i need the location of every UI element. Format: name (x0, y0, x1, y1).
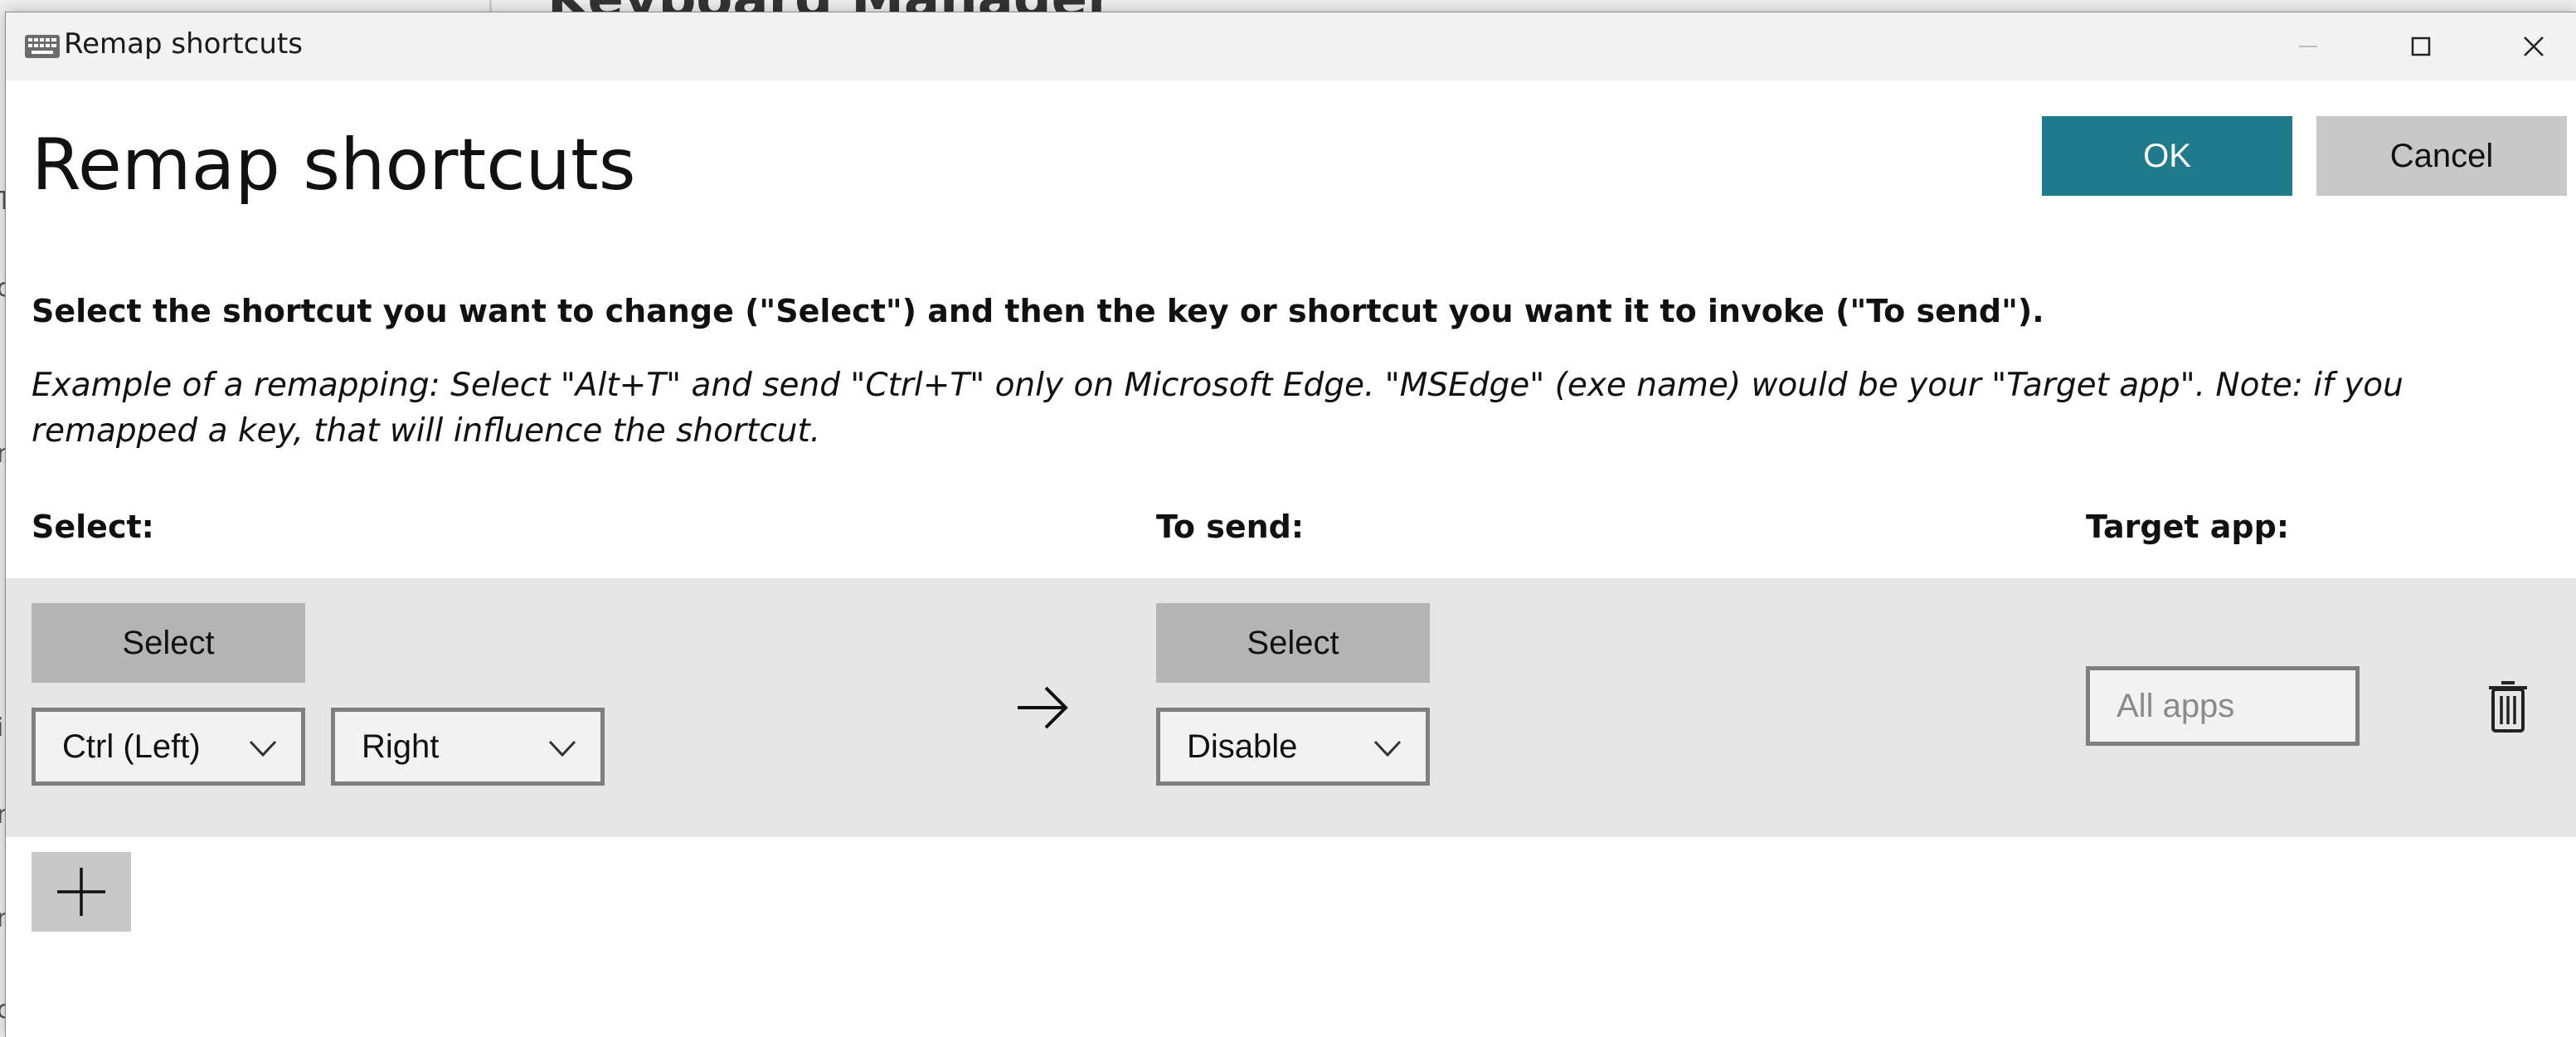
send-key-dropdown[interactable]: Disable (1156, 708, 1430, 786)
cancel-button[interactable]: Cancel (2316, 116, 2567, 196)
chevron-down-icon (548, 740, 576, 757)
dropdown-value: Disable (1187, 728, 1298, 765)
target-app-column-header: Target app: (2086, 509, 2290, 545)
minimize-icon (2299, 46, 2317, 47)
add-shortcut-button[interactable] (32, 852, 131, 932)
instruction-text: Select the shortcut you want to change (… (32, 293, 2044, 329)
close-icon (2524, 37, 2544, 56)
dropdown-value: Ctrl (Left) (62, 728, 201, 765)
example-text: Example of a remapping: Select "Alt+T" a… (32, 367, 2403, 450)
chevron-down-icon (1373, 740, 1402, 757)
dialog-content: Remap shortcuts OK Cancel Select the sho… (6, 80, 2576, 1037)
remap-shortcuts-dialog: Remap shortcuts Remap shortcuts OK Cance… (5, 12, 2576, 1037)
page-title: Remap shortcuts (32, 124, 636, 207)
keyboard-icon (25, 35, 60, 58)
select-column-header: Select: (32, 509, 154, 545)
maximize-icon (2411, 37, 2431, 56)
minimize-button[interactable] (2252, 12, 2365, 80)
ok-button[interactable]: OK (2042, 116, 2292, 196)
chevron-down-icon (249, 740, 277, 757)
trash-icon[interactable] (2486, 679, 2530, 734)
plus-icon (57, 868, 105, 916)
window-title: Remap shortcuts (64, 27, 304, 61)
maximize-button[interactable] (2365, 12, 2477, 80)
arrow-right-icon (1018, 686, 1068, 729)
select-shortcut-button[interactable]: Select (32, 603, 305, 683)
select-key-dropdown-1[interactable]: Ctrl (Left) (32, 708, 305, 786)
dropdown-value: Right (362, 728, 440, 765)
background-edge-letter: i (0, 713, 4, 742)
to-send-column-header: To send: (1156, 509, 1305, 545)
title-bar[interactable]: Remap shortcuts (6, 12, 2576, 80)
target-app-input[interactable]: All apps (2086, 666, 2360, 746)
select-key-dropdown-2[interactable]: Right (331, 708, 605, 786)
close-button[interactable] (2477, 12, 2576, 80)
target-app-placeholder: All apps (2117, 687, 2235, 724)
send-shortcut-button[interactable]: Select (1156, 603, 1430, 683)
